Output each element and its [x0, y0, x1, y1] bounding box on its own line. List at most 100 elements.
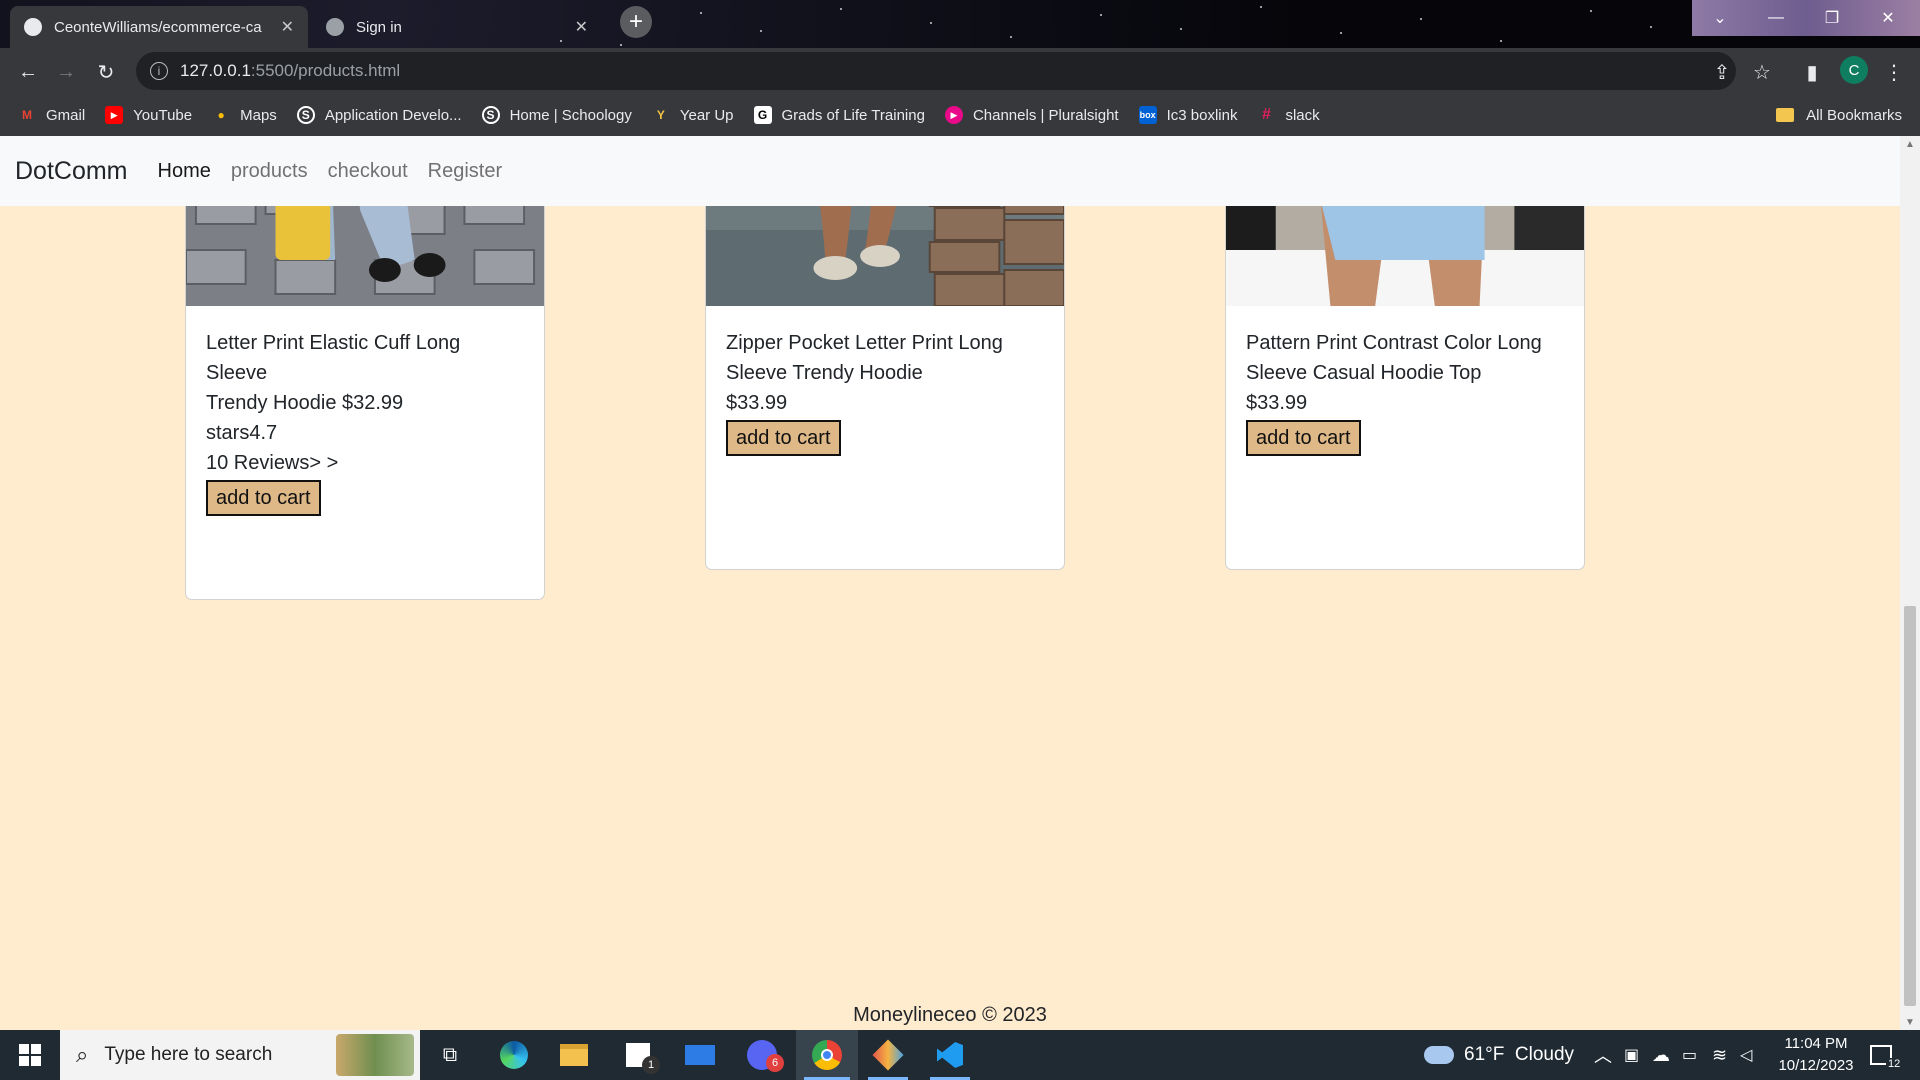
bookmark-label: Gmail: [46, 106, 86, 124]
site-info-icon[interactable]: i: [150, 62, 168, 80]
bookmark-label: Grads of Life Training: [781, 106, 925, 124]
schoology-icon: S: [481, 106, 500, 124]
bookmark-gmail[interactable]: M Gmail: [18, 106, 85, 124]
meet-now-icon[interactable]: ▣: [1624, 1030, 1639, 1080]
bookmark-star-icon[interactable]: ☆: [1748, 58, 1776, 86]
nav-register[interactable]: Register: [428, 160, 502, 183]
site-footer: Moneylineceo © 2023: [853, 1004, 1047, 1026]
product-card-body: Pattern Print Contrast Color Long Sleeve…: [1246, 328, 1564, 456]
slack-icon: #: [1262, 106, 1271, 123]
weather-widget[interactable]: 61°F Cloudy: [1424, 1030, 1574, 1080]
bookmark-label: Home | Schoology: [509, 106, 632, 124]
mail-icon[interactable]: [672, 1030, 728, 1080]
maps-icon: ●: [217, 108, 225, 122]
share-icon[interactable]: ⇪: [1708, 58, 1736, 86]
browser-toolbar: ← → ↻ i 127.0.0.1:5500/products.html ⇪ ☆…: [0, 48, 1920, 94]
page-scrollbar[interactable]: ▲ ▼: [1900, 136, 1920, 1030]
address-bar[interactable]: i 127.0.0.1:5500/products.html: [136, 52, 1736, 90]
windows-taskbar: ⌕ Type here to search ⧉ 1 6 61°F Cloudy …: [0, 1030, 1920, 1080]
product-card-body: Zipper Pocket Letter Print Long Sleeve T…: [726, 328, 1044, 456]
bookmark-year-up[interactable]: Y Year Up: [652, 106, 734, 124]
pluralsight-icon: ▶: [944, 106, 963, 124]
product-name-line2: Sleeve Casual Hoodie Top: [1246, 362, 1482, 384]
add-to-cart-button[interactable]: add to cart: [206, 480, 321, 516]
nav-checkout[interactable]: checkout: [328, 160, 408, 183]
forward-icon[interactable]: →: [50, 56, 82, 88]
add-to-cart-button[interactable]: add to cart: [1246, 420, 1361, 456]
browser-tab-strip: CeonteWilliams/ecommerce-ca ✕ Sign in ✕ …: [0, 0, 1920, 48]
bookmark-label: Channels | Pluralsight: [972, 106, 1119, 124]
globe-icon: [326, 18, 344, 36]
volume-icon[interactable]: ◁: [1740, 1030, 1752, 1080]
bookmark-application-develo[interactable]: S Application Develo...: [296, 106, 462, 124]
grads-icon: G: [753, 106, 772, 124]
close-tab-icon[interactable]: ✕: [281, 17, 294, 37]
bookmark-home-schoology[interactable]: S Home | Schoology: [481, 106, 632, 124]
nav-home[interactable]: Home: [158, 160, 211, 183]
search-highlight-icon: [336, 1034, 414, 1076]
bookmark-label: slack: [1285, 106, 1320, 124]
box-icon: box: [1138, 106, 1157, 124]
profile-avatar[interactable]: C: [1840, 56, 1868, 84]
product-reviews-link[interactable]: 10 Reviews> >: [206, 448, 524, 478]
bookmark-maps[interactable]: ● Maps: [212, 106, 277, 124]
side-panel-icon[interactable]: ▮: [1798, 58, 1826, 86]
store-icon[interactable]: 1: [610, 1030, 666, 1080]
page-viewport: Letter Print Elastic Cuff Long Sleeve Tr…: [0, 136, 1920, 1030]
product-name: Pattern Print Contrast Color Long: [1246, 332, 1542, 354]
bookmark-slack[interactable]: # slack: [1257, 106, 1320, 124]
bookmark-label: Application Develo...: [324, 106, 462, 124]
bookmark-ic3-boxlink[interactable]: box Ic3 boxlink: [1138, 106, 1238, 124]
scroll-down-icon[interactable]: ▼: [1900, 1014, 1920, 1030]
schoology-icon: S: [296, 106, 315, 124]
discord-badge: 6: [766, 1054, 784, 1072]
restore-icon[interactable]: ❐: [1812, 4, 1852, 32]
scrollbar-thumb[interactable]: [1904, 606, 1916, 1006]
close-tab-icon[interactable]: ✕: [575, 17, 588, 37]
bookmark-youtube[interactable]: ▶ YouTube: [105, 106, 192, 124]
tab-sign-in[interactable]: Sign in ✕: [312, 6, 602, 48]
weather-text: 61°F Cloudy: [1464, 1044, 1575, 1065]
site-brand[interactable]: DotComm: [15, 157, 128, 186]
task-view-icon[interactable]: ⧉: [422, 1030, 478, 1080]
cloud-icon: [1424, 1046, 1454, 1064]
file-explorer-icon[interactable]: [546, 1030, 602, 1080]
git-icon[interactable]: [860, 1030, 916, 1080]
wifi-icon[interactable]: ≋: [1712, 1030, 1727, 1080]
discord-icon[interactable]: 6: [734, 1030, 790, 1080]
new-tab-button[interactable]: +: [620, 6, 652, 38]
nav-products[interactable]: products: [231, 160, 308, 183]
product-name: Letter Print Elastic Cuff Long Sleeve: [206, 332, 461, 384]
bookmark-label: Year Up: [679, 106, 734, 124]
onedrive-icon[interactable]: ☁: [1652, 1030, 1670, 1080]
gmail-icon: M: [22, 108, 32, 122]
all-bookmarks-label: All Bookmarks: [1806, 106, 1902, 124]
bookmark-pluralsight[interactable]: ▶ Channels | Pluralsight: [944, 106, 1119, 124]
bookmark-label: Ic3 boxlink: [1166, 106, 1238, 124]
menu-icon[interactable]: ⋮: [1880, 58, 1908, 86]
show-hidden-icons[interactable]: ︿: [1594, 1030, 1612, 1080]
tab-search-icon[interactable]: ⌄: [1700, 4, 1740, 32]
bookmark-grads-of-life[interactable]: G Grads of Life Training: [753, 106, 925, 124]
edge-icon[interactable]: [486, 1030, 542, 1080]
add-to-cart-button[interactable]: add to cart: [726, 420, 841, 456]
url-host: 127.0.0.1: [180, 61, 251, 80]
taskbar-search[interactable]: ⌕ Type here to search: [60, 1030, 420, 1080]
tab-github[interactable]: CeonteWilliams/ecommerce-ca ✕: [10, 6, 308, 48]
taskbar-clock[interactable]: 11:04 PM 10/12/2023: [1764, 1033, 1868, 1077]
reload-icon[interactable]: ↻: [90, 56, 122, 88]
minimize-icon[interactable]: —: [1756, 4, 1796, 32]
battery-icon[interactable]: ▭: [1682, 1030, 1697, 1080]
start-button[interactable]: [0, 1030, 60, 1080]
notifications-icon[interactable]: 12: [1870, 1030, 1903, 1080]
back-icon[interactable]: ←: [12, 56, 44, 88]
vscode-icon[interactable]: [922, 1030, 978, 1080]
folder-icon: [1776, 108, 1795, 122]
chrome-icon[interactable]: [796, 1030, 858, 1080]
close-window-icon[interactable]: ✕: [1868, 4, 1908, 32]
product-card-body: Letter Print Elastic Cuff Long Sleeve Tr…: [206, 328, 524, 516]
product-rating: stars4.7: [206, 422, 278, 444]
scroll-up-icon[interactable]: ▲: [1900, 136, 1920, 152]
search-placeholder: Type here to search: [104, 1044, 273, 1065]
all-bookmarks[interactable]: All Bookmarks: [1776, 94, 1902, 136]
